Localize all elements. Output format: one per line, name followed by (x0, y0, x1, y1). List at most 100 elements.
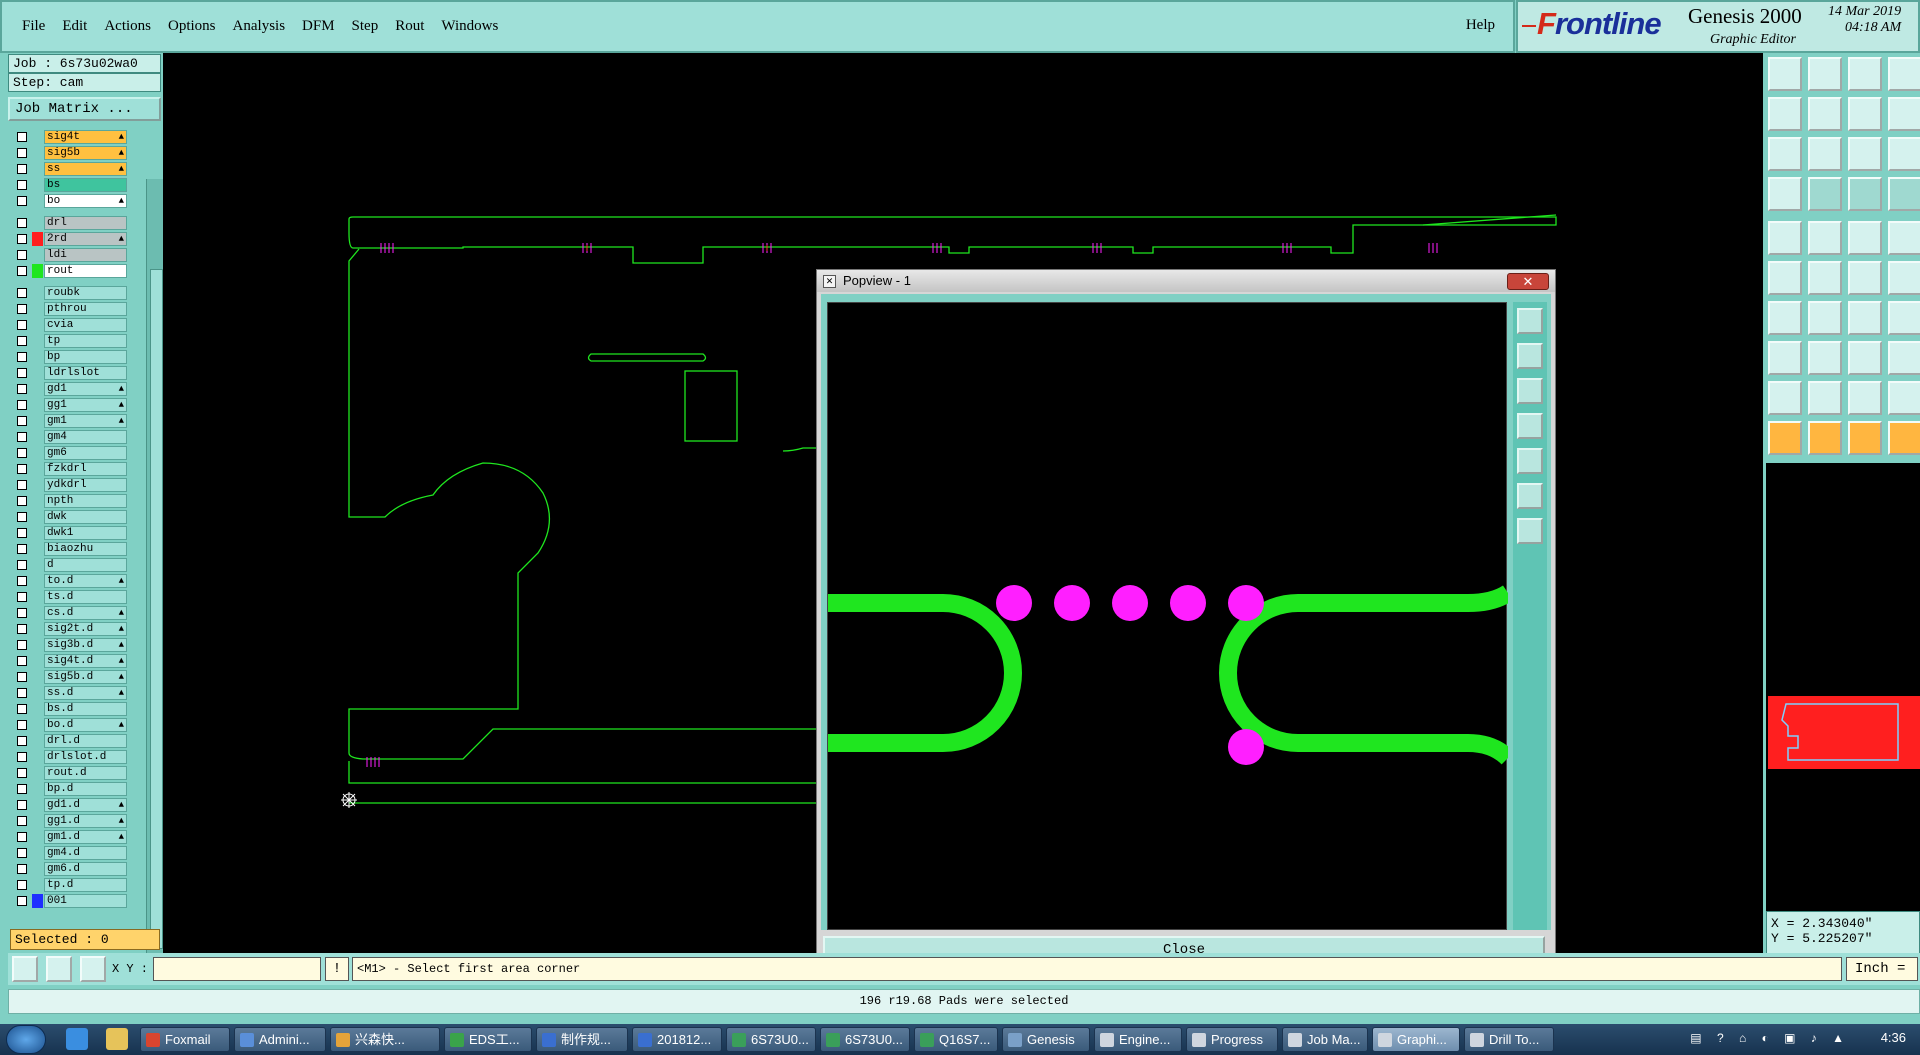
layer-row[interactable]: gm6 (12, 445, 137, 461)
layer-name[interactable]: gg1 ▲ (44, 398, 127, 412)
system-tray-icons[interactable]: ▤ ? ⌂ ◐ ▣ ♪ ▲ (1690, 1031, 1850, 1045)
popview-close-icon[interactable]: ✕ (1507, 273, 1549, 290)
layer-checkbox[interactable] (17, 544, 27, 554)
popview-titlebar[interactable]: ✕ Popview - 1 ✕ (817, 270, 1555, 292)
layer-name[interactable]: gm4 (44, 430, 127, 444)
layer-name[interactable]: gd1.d ▲ (44, 798, 127, 812)
layer-checkbox[interactable] (17, 864, 27, 874)
taskbar-item[interactable]: EDS工... (444, 1027, 532, 1052)
layer-checkbox[interactable] (17, 480, 27, 490)
layer-name[interactable]: dwk (44, 510, 127, 524)
layer-checkbox[interactable] (17, 180, 27, 190)
tool-select-route-icon[interactable] (1888, 421, 1920, 455)
layer-row[interactable]: ldi (12, 247, 137, 263)
layer-row[interactable]: 2rd ▲ (12, 231, 137, 247)
layer-name[interactable]: gm1 ▲ (44, 414, 127, 428)
tool-layer-up-icon[interactable] (1768, 57, 1802, 91)
layer-checkbox[interactable] (17, 496, 27, 506)
unit-selector[interactable]: Inch = (1846, 957, 1918, 981)
taskbar-item[interactable]: 6S73U0... (820, 1027, 910, 1052)
tool-hat-icon[interactable] (1888, 381, 1920, 415)
layer-checkbox[interactable] (17, 640, 27, 650)
layer-row[interactable]: bs (12, 177, 137, 193)
layer-checkbox[interactable] (17, 234, 27, 244)
layer-row[interactable]: cvia (12, 317, 137, 333)
tool-select-area-icon[interactable] (1808, 421, 1842, 455)
layer-name[interactable]: drl.d (44, 734, 127, 748)
layer-name[interactable]: ts.d (44, 590, 127, 604)
layer-name[interactable]: ydkdrl (44, 478, 127, 492)
layer-name[interactable]: 001 (44, 894, 127, 908)
layer-name[interactable]: ss ▲ (44, 162, 127, 176)
layer-checkbox[interactable] (17, 288, 27, 298)
layer-name[interactable]: gm6.d (44, 862, 127, 876)
layer-row[interactable]: pthrou (12, 301, 137, 317)
layer-row[interactable]: ldrlslot (12, 365, 137, 381)
layer-name[interactable]: cvia (44, 318, 127, 332)
layer-row[interactable]: gm1.d ▲ (12, 829, 137, 845)
layer-row[interactable]: to.d ▲ (12, 573, 137, 589)
layer-row[interactable]: tp.d (12, 877, 137, 893)
layer-row[interactable]: cs.d ▲ (12, 605, 137, 621)
tool-cross-icon[interactable] (1808, 261, 1842, 295)
layer-name[interactable]: rout.d (44, 766, 127, 780)
layer-row[interactable]: bp (12, 349, 137, 365)
layer-checkbox[interactable] (17, 432, 27, 442)
layer-checkbox[interactable] (17, 336, 27, 346)
tool-select-icon[interactable] (1768, 421, 1802, 455)
menu-dfm[interactable]: DFM (302, 18, 335, 35)
tool-home-icon[interactable] (1848, 57, 1882, 91)
layer-row[interactable]: drl.d (12, 733, 137, 749)
taskbar-item[interactable]: Engine... (1094, 1027, 1182, 1052)
layer-name[interactable]: sig5b.d ▲ (44, 670, 127, 684)
taskbar-item[interactable]: Job Ma... (1282, 1027, 1368, 1052)
layer-row[interactable]: d (12, 557, 137, 573)
layer-name[interactable]: ldrlslot (44, 366, 127, 380)
layer-name[interactable]: gg1.d ▲ (44, 814, 127, 828)
menu-file[interactable]: File (22, 18, 45, 35)
layer-name[interactable]: bs.d (44, 702, 127, 716)
layer-name[interactable]: 2rd ▲ (44, 232, 127, 246)
layer-checkbox[interactable] (17, 816, 27, 826)
layer-name[interactable]: d (44, 558, 127, 572)
tool-help-icon[interactable] (1888, 137, 1920, 171)
layer-row[interactable]: bp.d (12, 781, 137, 797)
layer-row[interactable]: rout (12, 263, 137, 279)
layer-name[interactable]: gd1 ▲ (44, 382, 127, 396)
layer-name[interactable]: gm6 (44, 446, 127, 460)
layer-row[interactable]: tp (12, 333, 137, 349)
layer-row[interactable]: gg1.d ▲ (12, 813, 137, 829)
taskbar-item[interactable]: 6S73U0... (726, 1027, 816, 1052)
layer-row[interactable]: roubk (12, 285, 137, 301)
layer-name[interactable]: bp (44, 350, 127, 364)
tool-swap-icon[interactable] (1848, 97, 1882, 131)
layer-checkbox[interactable] (17, 736, 27, 746)
menu-edit[interactable]: Edit (62, 18, 87, 35)
layer-checkbox[interactable] (17, 672, 27, 682)
layer-row[interactable]: gm4 (12, 429, 137, 445)
layer-checkbox[interactable] (17, 624, 27, 634)
layer-checkbox[interactable] (17, 688, 27, 698)
layer-checkbox[interactable] (17, 880, 27, 890)
layer-row[interactable]: gm4.d (12, 845, 137, 861)
layer-checkbox[interactable] (17, 720, 27, 730)
layer-name[interactable]: ss.d ▲ (44, 686, 127, 700)
layer-name[interactable]: fzkdrl (44, 462, 127, 476)
tool-text-icon[interactable] (1848, 221, 1882, 255)
tool-node-icon[interactable] (1888, 261, 1920, 295)
layer-checkbox[interactable] (17, 352, 27, 362)
layer-row[interactable]: ss ▲ (12, 161, 137, 177)
layer-checkbox[interactable] (17, 560, 27, 570)
layer-row[interactable]: bo.d ▲ (12, 717, 137, 733)
layer-row[interactable]: ydkdrl (12, 477, 137, 493)
tool-move-icon[interactable] (1768, 341, 1802, 375)
tool-align-icon[interactable] (1848, 341, 1882, 375)
menu-options[interactable]: Options (168, 18, 216, 35)
layer-row[interactable]: bo ▲ (12, 193, 137, 209)
layer-checkbox[interactable] (17, 368, 27, 378)
tool-arc-icon[interactable] (1848, 301, 1882, 335)
taskbar-item[interactable]: 201812... (632, 1027, 722, 1052)
layer-checkbox[interactable] (17, 196, 27, 206)
layer-name[interactable]: drl (44, 216, 127, 230)
layer-row[interactable]: npth (12, 493, 137, 509)
